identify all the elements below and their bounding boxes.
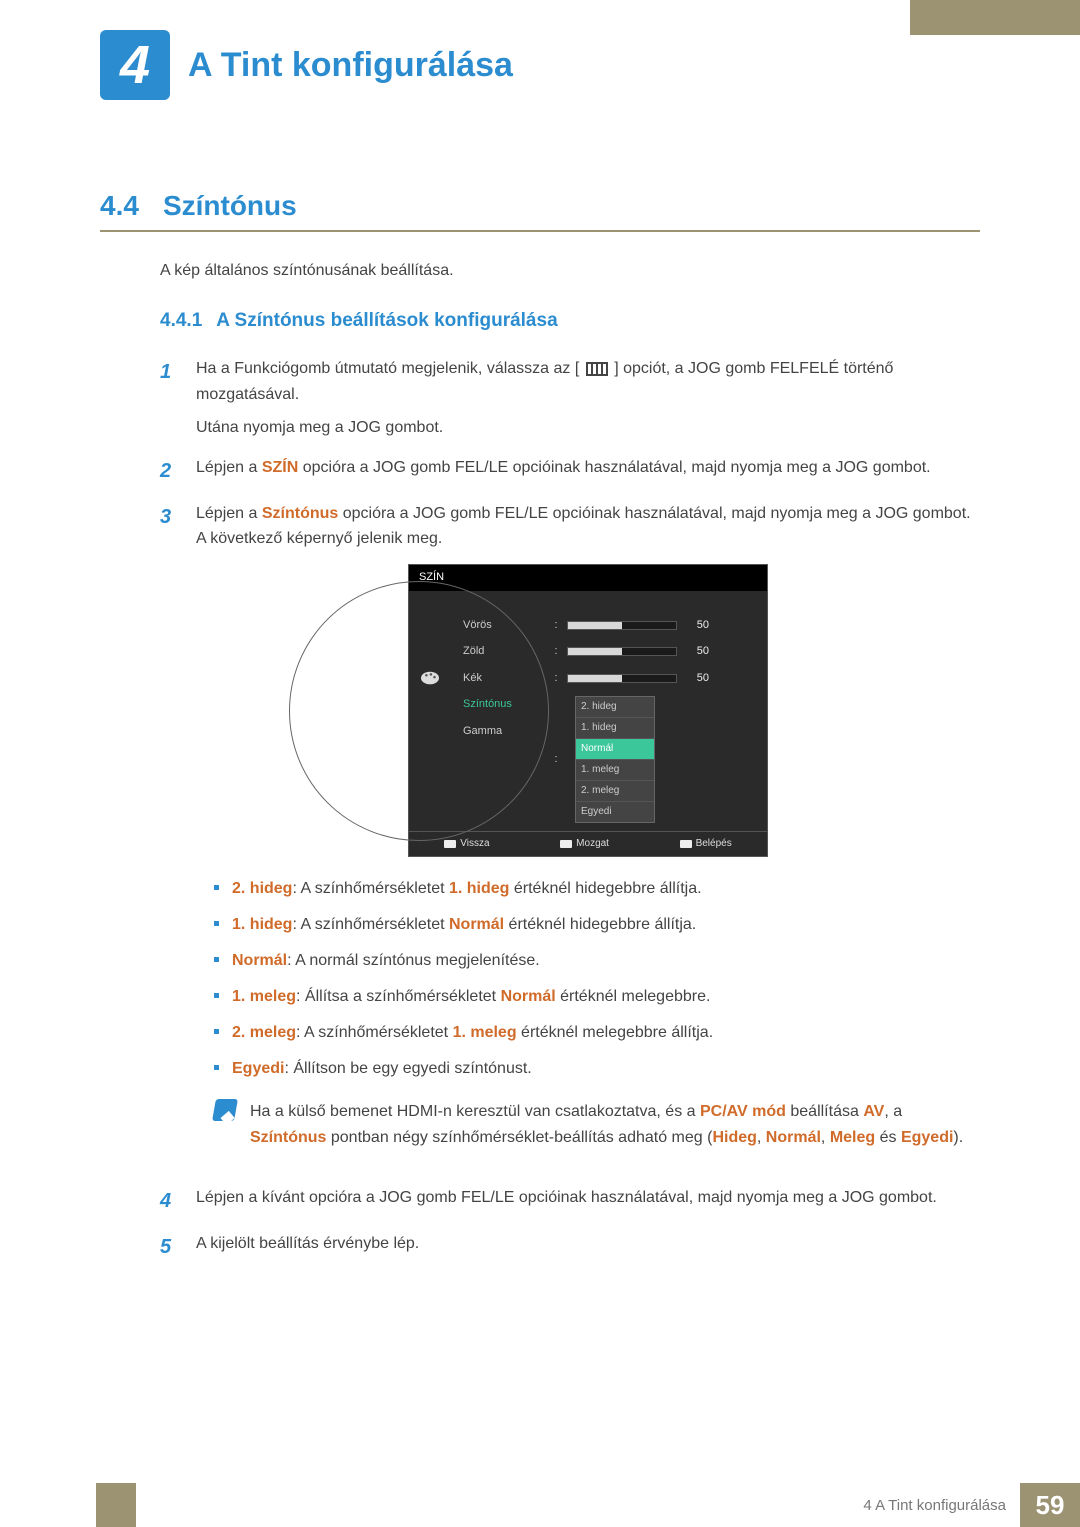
list-item: 2. meleg: A színhőmérsékletet 1. meleg é… — [214, 1021, 980, 1045]
nav-key-icon — [444, 840, 456, 848]
top-accent-bar — [910, 0, 1080, 35]
step-4: 4 Lépjen a kívánt opcióra a JOG gomb FEL… — [160, 1185, 980, 1217]
step-text: A kijelölt beállítás érvénybe lép. — [196, 1231, 980, 1257]
osd-label: Gamma — [463, 723, 553, 741]
osd-title: SZÍN — [409, 565, 767, 591]
subsection-title: A Színtónus beállítások konfigurálása — [216, 310, 557, 332]
osd-slider — [567, 647, 677, 656]
osd-footer-label: Belépés — [696, 836, 732, 852]
step-text: Utána nyomja meg a JOG gombot. — [196, 415, 980, 441]
list-item: 1. meleg: Állítsa a színhőmérsékletet No… — [214, 985, 980, 1009]
page-footer: 4 A Tint konfigurálása 59 — [0, 1483, 1080, 1527]
nav-key-icon — [560, 840, 572, 848]
osd-option: Egyedi — [576, 801, 654, 822]
step-2: 2 Lépjen a SZÍN opcióra a JOG gomb FEL/L… — [160, 455, 980, 487]
step-text: Ha a Funkciógomb útmutató megjelenik, vá… — [196, 360, 579, 377]
osd-footer-label: Mozgat — [576, 836, 609, 852]
osd-option: 2. meleg — [576, 780, 654, 801]
step-text: Lépjen a — [196, 459, 262, 476]
osd-slider — [567, 674, 677, 683]
page-number: 59 — [1020, 1483, 1080, 1527]
step-text: Lépjen a kívánt opcióra a JOG gomb FEL/L… — [196, 1185, 980, 1211]
step-number: 2 — [160, 455, 178, 487]
step-number: 3 — [160, 501, 178, 1171]
osd-label: Vörös — [463, 617, 553, 635]
list-item: 2. hideg: A színhőmérsékletet 1. hideg é… — [214, 877, 980, 901]
chapter-number-badge: 4 — [100, 30, 170, 100]
footer-chapter-title: 4 A Tint konfigurálása — [863, 1497, 1020, 1514]
step-1: 1 Ha a Funkciógomb útmutató megjelenik, … — [160, 356, 980, 441]
section-rule — [100, 230, 980, 232]
note-icon — [212, 1099, 238, 1121]
osd-value: 50 — [685, 617, 709, 635]
osd-footer: Vissza Mozgat Belépés — [409, 831, 767, 856]
osd-slider — [567, 621, 677, 630]
list-item: Normál: A normál színtónus megjelenítése… — [214, 949, 980, 973]
step-number: 1 — [160, 356, 178, 441]
section-title: Színtónus — [163, 190, 297, 222]
step-number: 4 — [160, 1185, 178, 1217]
osd-screenshot: SZÍN Vörös Zöld Kék Színtónus Gamma — [408, 564, 768, 857]
chapter-title: A Tint konfigurálása — [188, 46, 513, 85]
osd-dropdown: 2. hideg 1. hideg Normál 1. meleg 2. mel… — [575, 696, 655, 823]
list-item: Egyedi: Állítson be egy egyedi színtónus… — [214, 1057, 980, 1081]
osd-footer-label: Vissza — [460, 836, 489, 852]
note-block: Ha a külső bemenet HDMI-n keresztül van … — [214, 1099, 980, 1150]
highlight: Színtónus — [262, 505, 338, 522]
option-list: 2. hideg: A színhőmérsékletet 1. hideg é… — [214, 877, 980, 1081]
step-number: 5 — [160, 1231, 178, 1263]
step-5: 5 A kijelölt beállítás érvénybe lép. — [160, 1231, 980, 1263]
step-text: opcióra a JOG gomb FEL/LE opcióinak hasz… — [298, 459, 930, 476]
chapter-header: 4 A Tint konfigurálása — [100, 30, 980, 100]
osd-option: 2. hideg — [576, 697, 654, 717]
highlight: SZÍN — [262, 459, 298, 476]
osd-option-selected: Normál — [576, 738, 654, 759]
subsection-number: 4.4.1 — [160, 310, 202, 332]
osd-option: 1. hideg — [576, 717, 654, 738]
step-3: 3 Lépjen a Színtónus opcióra a JOG gomb … — [160, 501, 980, 1171]
osd-value: 50 — [685, 643, 709, 661]
section-number: 4.4 — [100, 190, 139, 222]
nav-key-icon — [680, 840, 692, 848]
footer-accent-bar — [96, 1483, 136, 1527]
osd-value: 50 — [685, 670, 709, 688]
list-item: 1. hideg: A színhőmérsékletet Normál ért… — [214, 913, 980, 937]
section-lead: A kép általános színtónusának beállítása… — [160, 262, 980, 280]
osd-label: Kék — [463, 670, 553, 688]
step-text: Lépjen a — [196, 505, 262, 522]
palette-icon — [419, 669, 441, 687]
osd-label: Zöld — [463, 643, 553, 661]
osd-option: 1. meleg — [576, 759, 654, 780]
osd-label-active: Színtónus — [463, 696, 553, 714]
menu-grid-icon — [586, 362, 608, 376]
